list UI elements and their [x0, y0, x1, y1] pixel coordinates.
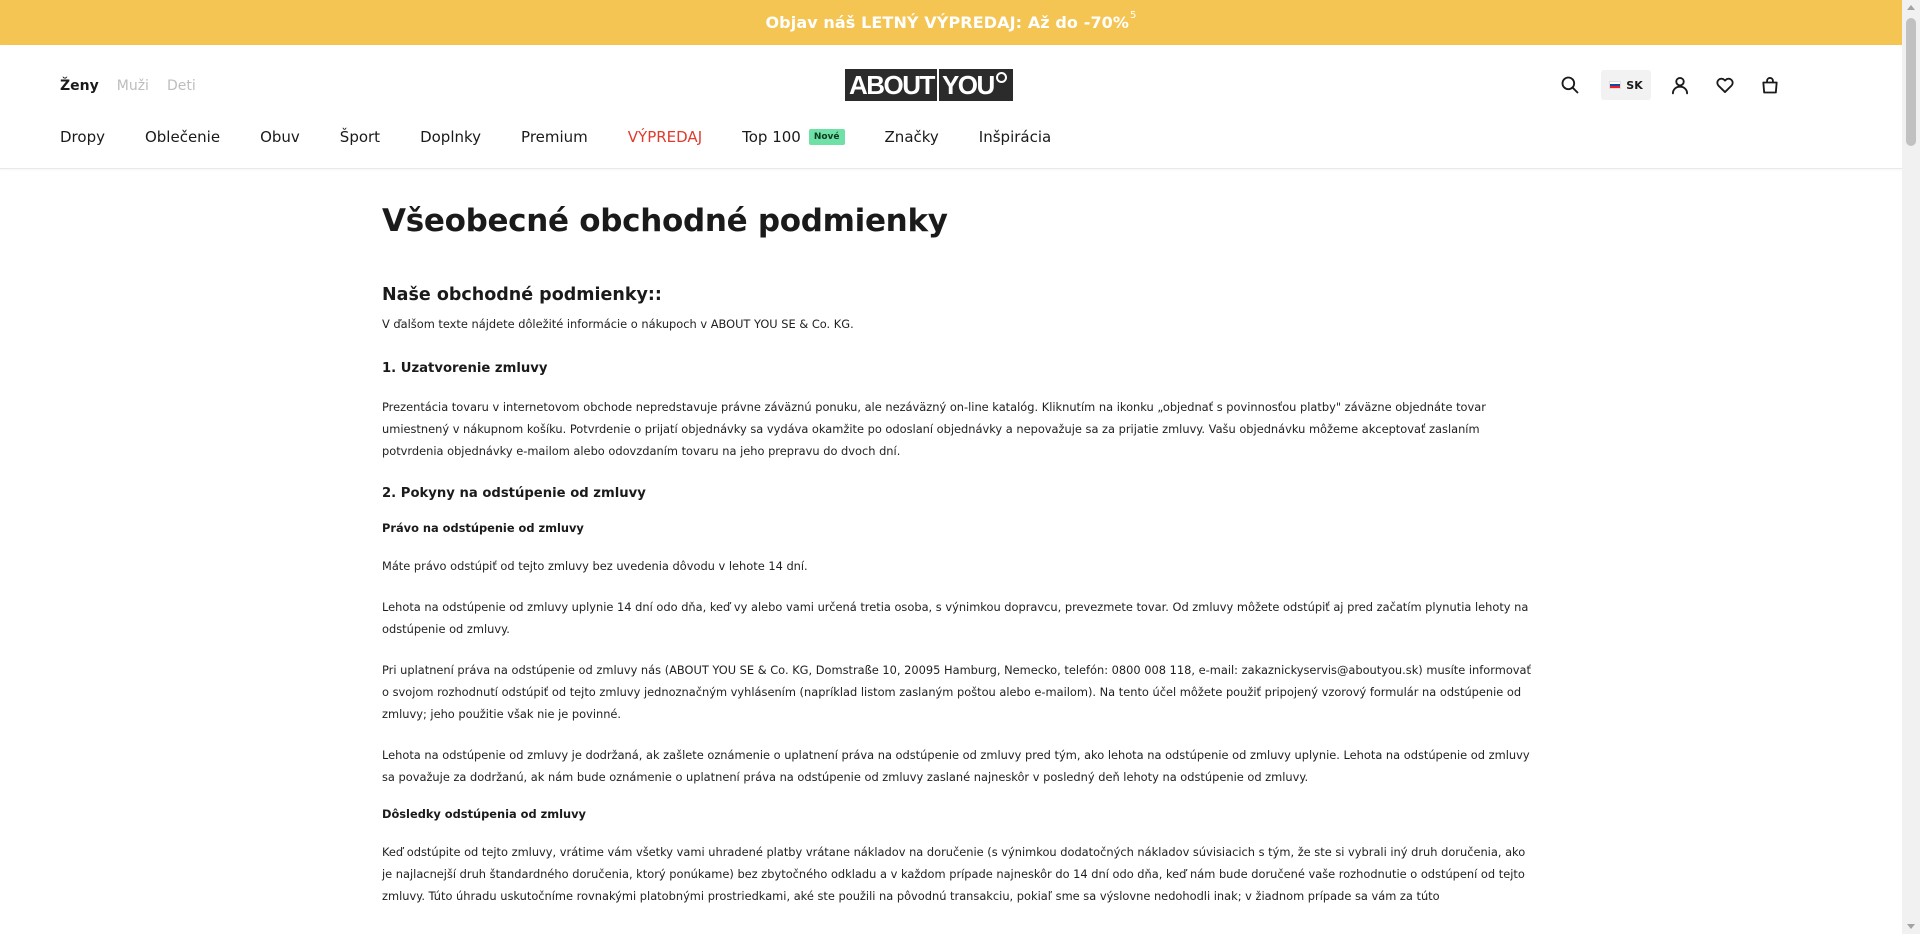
- main-navigation: Dropy Oblečenie Obuv Šport Doplnky Premi…: [60, 128, 1091, 146]
- section-1-heading: 1. Uzatvorenie zmluvy: [382, 361, 548, 376]
- header-actions: SK: [1555, 70, 1785, 100]
- section-2-paragraph: Lehota na odstúpenie od zmluvy je dodrža…: [382, 748, 1530, 784]
- nav-item-top100[interactable]: Top 100 Nové: [742, 128, 845, 146]
- heart-icon: [1716, 77, 1734, 94]
- nav-item-clothing[interactable]: Oblečenie: [145, 128, 220, 146]
- language-label: SK: [1626, 78, 1643, 92]
- logo-mark: ABOUT YOU: [845, 69, 1013, 101]
- terms-content: Všeobecné obchodné podmienky Naše obchod…: [382, 203, 1532, 907]
- scrollbar-thumb[interactable]: [1906, 18, 1916, 146]
- cart-button[interactable]: [1755, 70, 1785, 100]
- section-1-text: Prezentácia tovaru v internetovom obchod…: [382, 400, 1486, 458]
- promo-footnote: 5: [1130, 10, 1137, 21]
- intro-text: V ďalšom texte nájdete dôležité informác…: [382, 317, 854, 331]
- nav-item-drops[interactable]: Dropy: [60, 128, 105, 146]
- nav-item-inspiration[interactable]: Inšpirácia: [979, 128, 1051, 146]
- section-2-paragraph: Máte právo odstúpiť od tejto zmluvy bez …: [382, 559, 808, 573]
- section-2-heading: 2. Pokyny na odstúpenie od zmluvy: [382, 486, 646, 501]
- page-title: Všeobecné obchodné podmienky: [382, 203, 948, 239]
- wishlist-button[interactable]: [1710, 70, 1740, 100]
- user-icon: [1672, 77, 1688, 95]
- section-2-paragraph: Keď odstúpite od tejto zmluvy, vrátime v…: [382, 845, 1526, 903]
- nav-item-sale[interactable]: VÝPREDAJ: [628, 128, 702, 146]
- language-selector[interactable]: SK: [1601, 70, 1651, 100]
- scroll-up-icon[interactable]: [1907, 5, 1915, 10]
- search-icon: [1561, 76, 1579, 94]
- gender-tabs: Ženy Muži Deti: [60, 78, 196, 94]
- account-button[interactable]: [1665, 70, 1695, 100]
- withdrawal-right-heading: Právo na odstúpenie od zmluvy: [382, 521, 584, 535]
- site-logo[interactable]: ABOUT YOU: [845, 69, 1013, 101]
- withdrawal-consequences-heading: Dôsledky odstúpenia od zmluvy: [382, 807, 586, 821]
- promo-banner[interactable]: Objav náš LETNÝ VÝPREDAJ: Až do -70% 5: [0, 0, 1902, 45]
- page-scrollbar[interactable]: [1902, 0, 1920, 934]
- nav-item-sport[interactable]: Šport: [340, 128, 380, 146]
- nav-item-top100-label: Top 100: [742, 128, 801, 146]
- site-header: Ženy Muži Deti ABOUT YOU SK Dropy Oblečen…: [0, 45, 1902, 169]
- bag-icon: [1762, 77, 1778, 94]
- tab-kids[interactable]: Deti: [167, 78, 196, 94]
- promo-text: Objav náš LETNÝ VÝPREDAJ: Až do -70%: [765, 13, 1130, 32]
- section-2-paragraph: Pri uplatnení práva na odstúpenie od zml…: [382, 663, 1531, 721]
- flag-icon: [1609, 81, 1622, 89]
- search-button[interactable]: [1555, 70, 1585, 100]
- new-badge: Nové: [808, 129, 845, 145]
- scroll-down-icon[interactable]: [1907, 924, 1915, 929]
- intro-heading: Naše obchodné podmienky::: [382, 285, 662, 305]
- nav-item-shoes[interactable]: Obuv: [260, 128, 300, 146]
- tab-women[interactable]: Ženy: [60, 78, 99, 94]
- nav-item-premium[interactable]: Premium: [521, 128, 588, 146]
- nav-item-brands[interactable]: Značky: [885, 128, 939, 146]
- tab-men[interactable]: Muži: [117, 78, 149, 94]
- nav-item-accessories[interactable]: Doplnky: [420, 128, 481, 146]
- section-2-paragraph: Lehota na odstúpenie od zmluvy uplynie 1…: [382, 600, 1529, 636]
